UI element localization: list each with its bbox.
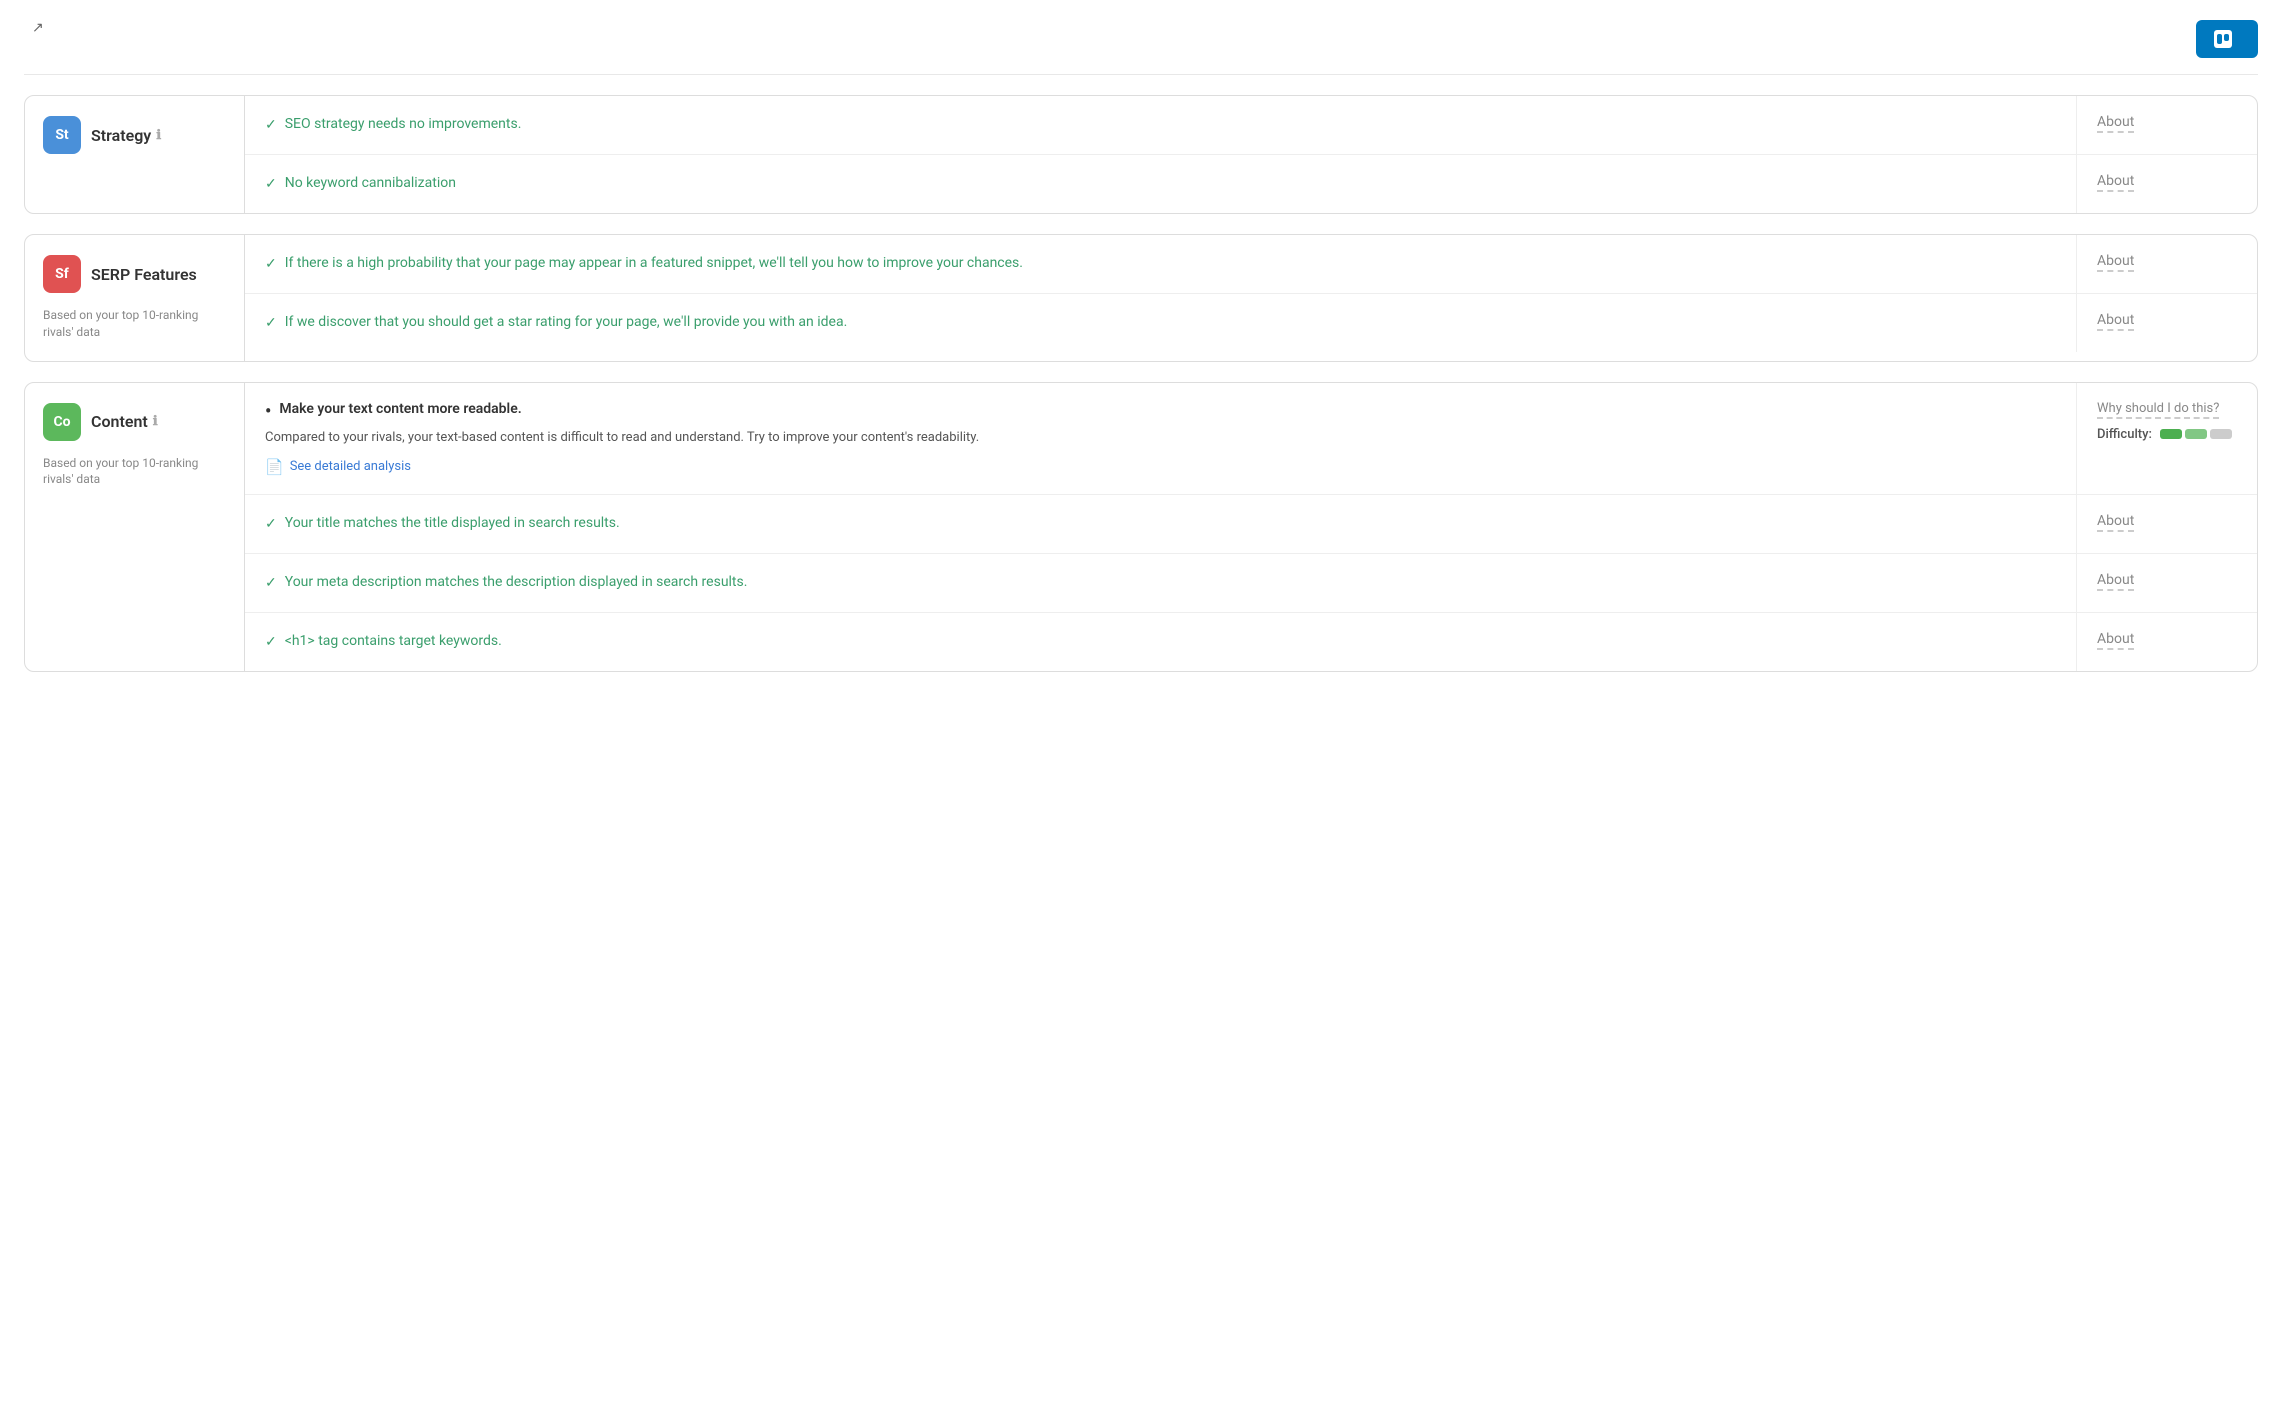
section-left-serp-features: Sf SERP Features Based on your top 10-rank… [25,235,245,361]
check-text: ✓ If there is a high probability that you… [265,253,2056,275]
check-text: ✓ Your meta description matches the descr… [265,572,2056,594]
row-item-content-0: • Make your text content more readable. Co… [245,383,2257,495]
check-text: ✓ No keyword cannibalization [265,173,2056,195]
section-badge-row: Co Contentℹ [43,403,226,441]
section-badge-row: Sf SERP Features [43,255,226,293]
info-icon[interactable]: ℹ [156,128,161,143]
row-content-content-3: ✓ <h1> tag contains target keywords. [245,613,2077,671]
check-label: No keyword cannibalization [285,173,456,194]
section-subtitle-content: Based on your top 10-ranking rivals' dat… [43,455,226,489]
checkmark-icon: ✓ [265,514,277,535]
url-row: ↗ [24,20,44,36]
why-should-i-do-this-link[interactable]: Why should I do this? [2097,401,2219,419]
row-content-content-2: ✓ Your meta description matches the descr… [245,554,2077,612]
check-label: If we discover that you should get a sta… [285,312,848,333]
section-right-serp-features: ✓ If there is a high probability that you… [245,235,2257,361]
row-item-serp-features-1: ✓ If we discover that you should get a st… [245,294,2257,352]
difficulty-segment-2 [2210,429,2232,439]
row-item-content-1: ✓ Your title matches the title displayed … [245,495,2257,554]
row-content-strategy-1: ✓ No keyword cannibalization [245,155,2077,213]
row-item-content-3: ✓ <h1> tag contains target keywords. About [245,613,2257,671]
badge-serp-features: Sf [43,255,81,293]
bullet-title-text: Make your text content more readable. [279,401,521,417]
check-text: ✓ <h1> tag contains target keywords. [265,631,2056,653]
checkmark-icon: ✓ [265,174,277,195]
about-link[interactable]: About [2097,114,2134,133]
about-link[interactable]: About [2097,513,2134,532]
section-right-content: • Make your text content more readable. Co… [245,383,2257,671]
row-item-strategy-0: ✓ SEO strategy needs no improvements. Abou… [245,96,2257,155]
bullet-description: Compared to your rivals, your text-based… [265,428,2056,448]
header: ↗ [24,20,2258,75]
bullet-dot-icon: • [265,401,271,423]
row-content-serp-features-0: ✓ If there is a high probability that you… [245,235,2077,293]
row-about-serp-features-0: About [2077,235,2257,290]
section-left-strategy: St Strategyℹ [25,96,245,213]
info-icon[interactable]: ℹ [153,414,158,429]
section-card-strategy: St Strategyℹ ✓ SEO strategy needs no improv… [24,95,2258,214]
row-item-content-2: ✓ Your meta description matches the descr… [245,554,2257,613]
page-wrapper: ↗ St Strategyℹ ✓ SEO strategy needs no impr… [0,0,2282,1428]
section-title-serp-features: SERP Features [91,265,197,284]
row-about-strategy-0: About [2077,96,2257,151]
document-icon: 📄 [265,458,284,476]
about-link[interactable]: About [2097,173,2134,192]
difficulty-segment-1 [2185,429,2207,439]
row-about-content-2: About [2077,554,2257,609]
difficulty-label: Difficulty: [2097,427,2152,442]
row-item-serp-features-0: ✓ If there is a high probability that you… [245,235,2257,294]
badge-content: Co [43,403,81,441]
check-label: SEO strategy needs no improvements. [285,114,522,135]
check-label: Your title matches the title displayed i… [285,513,620,534]
check-label: <h1> tag contains target keywords. [285,631,502,652]
check-text: ✓ Your title matches the title displayed … [265,513,2056,535]
row-content-content-1: ✓ Your title matches the title displayed … [245,495,2077,553]
row-content-serp-features-1: ✓ If we discover that you should get a st… [245,294,2077,352]
send-to-trello-button[interactable] [2196,20,2258,58]
row-content-content-0: • Make your text content more readable. Co… [245,383,2077,494]
trello-icon [2214,30,2232,48]
section-subtitle-serp-features: Based on your top 10-ranking rivals' dat… [43,307,226,341]
header-left: ↗ [24,20,44,42]
row-about-serp-features-1: About [2077,294,2257,349]
difficulty-bar [2160,429,2232,439]
check-text: ✓ If we discover that you should get a st… [265,312,2056,334]
section-card-serp-features: Sf SERP Features Based on your top 10-rank… [24,234,2258,362]
check-text: ✓ SEO strategy needs no improvements. [265,114,2056,136]
row-about-content-3: About [2077,613,2257,668]
checkmark-icon: ✓ [265,254,277,275]
see-detailed-analysis-link[interactable]: 📄 See detailed analysis [265,458,2056,476]
external-link-icon[interactable]: ↗ [32,20,44,36]
about-link[interactable]: About [2097,631,2134,650]
section-right-strategy: ✓ SEO strategy needs no improvements. Abou… [245,96,2257,213]
checkmark-icon: ✓ [265,632,277,653]
row-content-strategy-0: ✓ SEO strategy needs no improvements. [245,96,2077,154]
about-link[interactable]: About [2097,312,2134,331]
check-label: If there is a high probability that your… [285,253,1023,274]
row-about-content-1: About [2077,495,2257,550]
checkmark-icon: ✓ [265,313,277,334]
row-item-strategy-1: ✓ No keyword cannibalization About [245,155,2257,213]
row-about-strategy-1: About [2077,155,2257,210]
check-label: Your meta description matches the descri… [285,572,748,593]
checkmark-icon: ✓ [265,115,277,136]
about-link[interactable]: About [2097,572,2134,591]
section-card-content: Co Contentℹ Based on your top 10-ranking r… [24,382,2258,672]
difficulty-row: Difficulty: [2097,427,2232,442]
checkmark-icon: ✓ [265,573,277,594]
bullet-title: • Make your text content more readable. [265,401,2056,423]
section-title-content: Contentℹ [91,412,158,431]
see-analysis-text: See detailed analysis [290,459,411,474]
row-about-content-0: Why should I do this? Difficulty: [2077,383,2257,460]
sections-container: St Strategyℹ ✓ SEO strategy needs no improv… [24,95,2258,672]
difficulty-segment-0 [2160,429,2182,439]
badge-strategy: St [43,116,81,154]
section-title-strategy: Strategyℹ [91,126,161,145]
section-left-content: Co Contentℹ Based on your top 10-ranking r… [25,383,245,671]
about-link[interactable]: About [2097,253,2134,272]
section-badge-row: St Strategyℹ [43,116,226,154]
